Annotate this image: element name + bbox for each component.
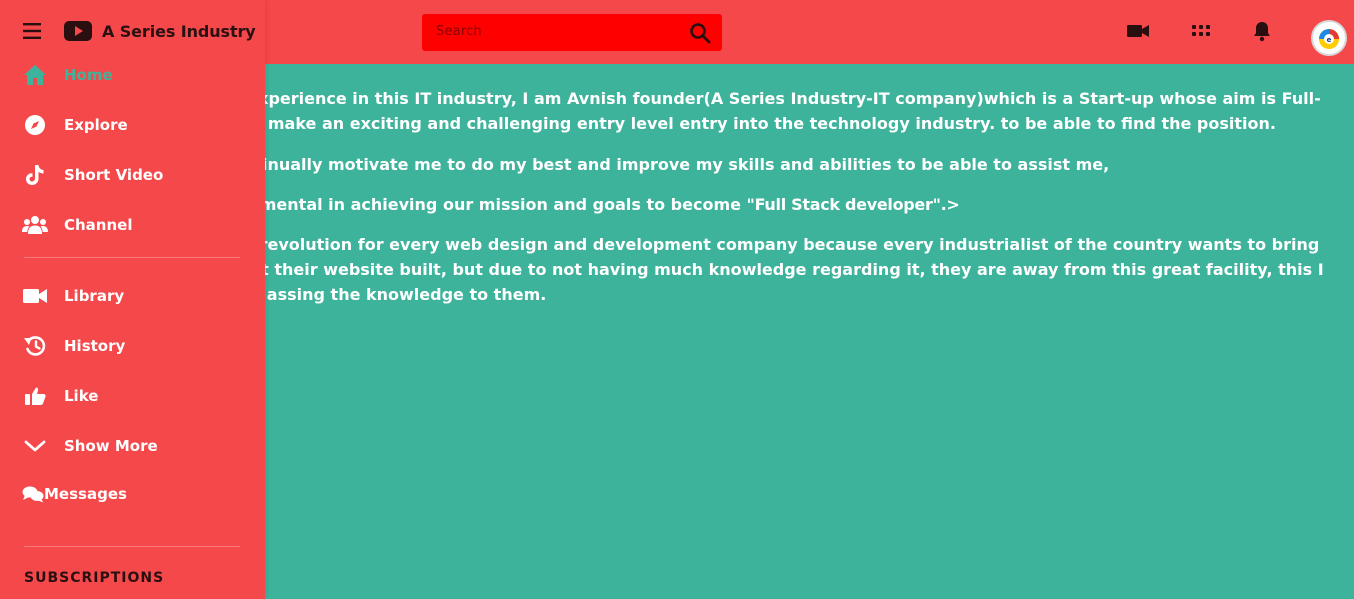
- search-input[interactable]: Search: [436, 24, 482, 39]
- sidebar-item-show-more[interactable]: Show More: [22, 431, 158, 461]
- compass-icon: [22, 113, 48, 137]
- video-camera-icon[interactable]: [1126, 19, 1150, 43]
- sidebar-item-like[interactable]: Like: [22, 381, 98, 411]
- tiktok-icon: [22, 163, 48, 187]
- sidebar-item-label: Short Video: [64, 166, 164, 184]
- company-logo-icon: e: [1314, 23, 1344, 53]
- sidebar-item-label: Show More: [64, 437, 158, 455]
- hamburger-menu-icon[interactable]: [22, 22, 44, 40]
- sidebar-item-channel[interactable]: Channel: [22, 210, 132, 240]
- sidebar-item-label: Messages: [44, 485, 127, 503]
- avatar[interactable]: e: [1311, 20, 1347, 56]
- search-icon[interactable]: [688, 21, 712, 45]
- sidebar-item-label: History: [64, 337, 126, 355]
- home-icon: [22, 63, 48, 87]
- brand: A Series Industry: [22, 18, 256, 44]
- bell-icon[interactable]: [1250, 19, 1274, 43]
- sidebar-item-label: Like: [64, 387, 99, 405]
- sidebar-item-label: Library: [64, 287, 125, 305]
- sidebar-item-label: Home: [64, 66, 113, 84]
- chat-bubbles-icon: [22, 482, 44, 506]
- search-bar[interactable]: Search: [422, 14, 722, 51]
- about-paragraph-4: bring a revolution for every web design …: [190, 235, 1324, 304]
- video-library-icon: [22, 284, 48, 308]
- full-stack-highlight: "Full Stack developer".: [746, 195, 947, 214]
- chevron-down-icon: [22, 434, 48, 458]
- sidebar-item-label: Channel: [64, 216, 133, 234]
- svg-text:e: e: [1327, 36, 1332, 44]
- history-icon: [22, 334, 48, 358]
- sidebar-divider: [24, 546, 240, 547]
- about-content: ars of experience in this IT industry, I…: [190, 86, 1330, 323]
- sidebar-item-library[interactable]: Library: [22, 281, 124, 311]
- sidebar-item-home[interactable]: Home: [22, 60, 113, 90]
- youtube-logo-icon[interactable]: [64, 21, 92, 41]
- about-paragraph-1: ars of experience in this IT industry, I…: [190, 89, 1321, 133]
- sidebar-item-history[interactable]: History: [22, 331, 125, 361]
- sidebar: A Series Industry Home Explore Short Vid…: [0, 0, 265, 599]
- users-icon: [22, 213, 48, 237]
- sidebar-item-messages[interactable]: Messages: [22, 479, 127, 509]
- app-title[interactable]: A Series Industry: [102, 22, 256, 41]
- sidebar-item-label: Explore: [64, 116, 128, 134]
- apps-grid-icon[interactable]: [1189, 19, 1213, 43]
- sidebar-item-short-video[interactable]: Short Video: [22, 160, 163, 190]
- sidebar-item-explore[interactable]: Explore: [22, 110, 128, 140]
- subscriptions-heading: SUBSCRIPTIONS: [24, 570, 165, 586]
- about-paragraph-3: e instrumental in achieving our mission …: [190, 195, 960, 214]
- sidebar-divider: [24, 257, 240, 258]
- about-paragraph-2: vill continually motivate me to do my be…: [190, 155, 1110, 174]
- thumbs-up-icon: [22, 384, 48, 408]
